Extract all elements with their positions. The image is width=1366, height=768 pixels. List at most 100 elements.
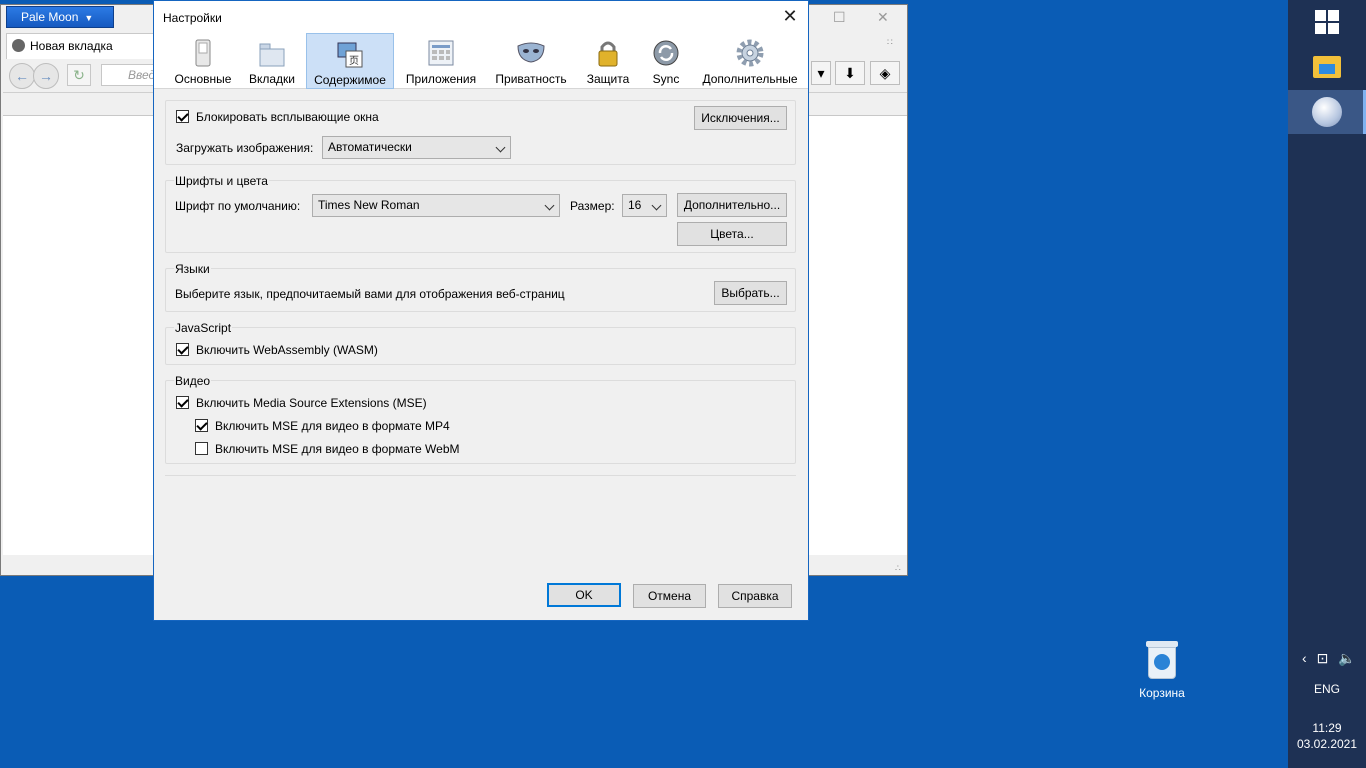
javascript-group: JavaScript Включить WebAssembly (WASM) <box>165 321 796 365</box>
tab-label: Sync <box>652 72 680 86</box>
cancel-button[interactable]: Отмена <box>633 584 706 608</box>
chevron-down-icon <box>495 142 506 153</box>
block-popups-label: Блокировать всплывающие окна <box>196 110 379 124</box>
recycle-bin-icon <box>1144 638 1180 680</box>
switch-icon <box>195 39 211 67</box>
choose-language-button[interactable]: Выбрать... <box>714 281 787 305</box>
download-icon[interactable]: ⬇ <box>835 61 865 85</box>
content-icon: 页 <box>337 42 363 68</box>
tab-label: Основные <box>174 72 232 86</box>
mse-label: Включить Media Source Extensions (MSE) <box>196 396 427 410</box>
ok-button[interactable]: OK <box>547 583 621 607</box>
colors-button[interactable]: Цвета... <box>677 222 787 246</box>
dropdown-arrow-icon: ▼ <box>84 13 94 23</box>
languages-description: Выберите язык, предпочитаемый вами для о… <box>175 287 565 301</box>
back-icon[interactable]: ← <box>9 63 35 89</box>
popups-group: Блокировать всплывающие окна Исключения.… <box>165 100 796 165</box>
clock-date: 03.02.2021 <box>1296 737 1358 751</box>
help-button[interactable]: Справка <box>718 584 792 608</box>
globe-icon <box>12 39 25 52</box>
padlock-icon <box>598 41 618 67</box>
tab-label: Приложения <box>405 72 477 86</box>
javascript-legend: JavaScript <box>174 321 233 335</box>
default-font-label: Шрифт по умолчанию: <box>175 199 301 213</box>
mse-mp4-checkbox[interactable] <box>195 419 208 432</box>
font-size-value: 16 <box>628 198 642 212</box>
tab-grip-icon: ∷ <box>887 37 893 47</box>
recycle-bin[interactable]: Корзина <box>1130 638 1194 700</box>
url-placeholder: Введ <box>128 68 156 82</box>
sync-icon <box>653 40 679 66</box>
settings-pane-toolbar: Основные Вкладки 页 Содержимое Приложения… <box>154 32 808 89</box>
clock[interactable]: 11:29 03.02.2021 <box>1288 720 1366 752</box>
pale-moon-menu-button[interactable]: Pale Moon ▼ <box>6 6 114 28</box>
menu-button-label: Pale Moon <box>21 10 79 24</box>
browser-tab[interactable]: Новая вкладка <box>6 33 156 59</box>
chevron-down-icon <box>544 200 555 211</box>
tab-sync[interactable]: Sync <box>644 33 688 89</box>
exceptions-button[interactable]: Исключения... <box>694 106 787 130</box>
wasm-checkbox[interactable] <box>176 343 189 356</box>
mse-mp4-label: Включить MSE для видео в формате MP4 <box>215 419 450 433</box>
video-group: Видео Включить Media Source Extensions (… <box>165 374 796 464</box>
tab-advanced[interactable]: Дополнительные <box>700 33 800 89</box>
reload-icon[interactable]: ↻ <box>67 64 91 86</box>
video-legend: Видео <box>174 374 212 388</box>
tab-security[interactable]: Защита <box>580 33 636 89</box>
chevron-down-icon <box>651 200 662 211</box>
gear-icon <box>736 39 764 67</box>
languages-group: Языки Выберите язык, предпочитаемый вами… <box>165 262 796 312</box>
chevron-left-icon[interactable]: ‹ <box>1302 650 1317 666</box>
tab-label: Дополнительные <box>702 72 798 86</box>
default-font-select[interactable]: Times New Roman <box>312 194 560 217</box>
pale-moon-taskbar-button[interactable] <box>1288 90 1366 134</box>
svg-text:页: 页 <box>349 55 359 67</box>
content-separator <box>165 475 796 476</box>
clock-time: 11:29 <box>1312 721 1342 735</box>
tab-content[interactable]: 页 Содержимое <box>306 33 394 89</box>
fonts-legend: Шрифты и цвета <box>174 174 269 188</box>
ublock-icon[interactable]: ◈ <box>870 61 900 85</box>
tab-label: Приватность <box>495 72 567 86</box>
tab-general[interactable]: Основные <box>168 33 238 89</box>
language-indicator[interactable]: ENG <box>1288 682 1366 696</box>
settings-dialog: Настройки ✕ Основные Вкладки 页 Содержимо… <box>153 0 809 621</box>
tab-applications[interactable]: Приложения <box>402 33 480 89</box>
mse-webm-checkbox[interactable] <box>195 442 208 455</box>
font-size-label: Размер: <box>570 199 615 213</box>
resize-grip-icon[interactable]: ∴ <box>895 564 907 577</box>
tab-tabs[interactable]: Вкладки <box>244 33 300 89</box>
load-images-value: Автоматически <box>328 140 412 154</box>
dialog-title: Настройки <box>163 11 222 25</box>
file-explorer-button[interactable] <box>1288 44 1366 88</box>
close-icon[interactable]: ✕ <box>780 6 800 27</box>
forward-icon[interactable]: → <box>33 63 59 89</box>
font-size-select[interactable]: 16 <box>622 194 667 217</box>
toolbar-dropdown-icon[interactable]: ▾ <box>811 61 831 85</box>
mse-webm-label: Включить MSE для видео в формате WebM <box>215 442 460 456</box>
url-input[interactable]: Введ <box>101 64 161 86</box>
mse-checkbox[interactable] <box>176 396 189 409</box>
mask-icon <box>517 42 545 63</box>
tabs-icon <box>259 43 285 67</box>
fonts-group: Шрифты и цвета Шрифт по умолчанию: Times… <box>165 174 796 253</box>
close-window-icon[interactable]: ✕ <box>877 9 889 26</box>
dialog-titlebar: Настройки ✕ <box>154 1 808 32</box>
windows-logo-icon <box>1315 10 1339 34</box>
tray-icons: ‹⊡🔈 <box>1302 650 1366 667</box>
tab-privacy[interactable]: Приватность <box>490 33 572 89</box>
folder-icon <box>1313 56 1341 78</box>
languages-legend: Языки <box>174 262 211 276</box>
load-images-select[interactable]: Автоматически <box>322 136 511 159</box>
start-button[interactable] <box>1288 0 1366 44</box>
block-popups-checkbox[interactable] <box>176 110 189 123</box>
wasm-label: Включить WebAssembly (WASM) <box>196 343 378 357</box>
network-icon[interactable]: ⊡ <box>1317 650 1339 666</box>
applications-icon <box>428 40 454 66</box>
recycle-bin-label: Корзина <box>1139 686 1185 700</box>
tab-title: Новая вкладка <box>30 39 113 53</box>
maximize-icon[interactable]: ☐ <box>833 9 846 26</box>
load-images-label: Загружать изображения: <box>176 141 314 155</box>
volume-icon[interactable]: 🔈 <box>1338 650 1365 666</box>
fonts-advanced-button[interactable]: Дополнительно... <box>677 193 787 217</box>
